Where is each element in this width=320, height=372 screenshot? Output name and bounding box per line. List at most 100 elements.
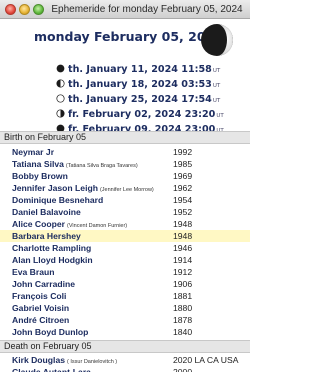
person-name-text: John Carradine bbox=[12, 279, 76, 289]
new-moon-icon bbox=[56, 64, 65, 73]
moon-phase-date: fr. February 02, 2024 bbox=[68, 109, 185, 120]
person-name: Charlotte Rampling bbox=[12, 242, 91, 254]
person-full-name: (Vincent Damon Furnier) bbox=[67, 223, 128, 229]
person-year: 1952 bbox=[173, 207, 193, 217]
list-item[interactable]: André Citroen 1878 bbox=[0, 314, 250, 326]
person-year: 1881 bbox=[173, 291, 193, 301]
deaths-section-header: Death on February 05 bbox=[0, 340, 250, 353]
person-name: Eva Braun bbox=[12, 266, 55, 278]
list-item[interactable]: Claude Autant-Lara 2000 bbox=[0, 366, 250, 372]
person-year: 1969 bbox=[173, 171, 193, 181]
moon-phase-row: fr. February 02, 2024 23:20UT bbox=[56, 108, 246, 121]
person-year: 1948 bbox=[173, 219, 193, 229]
first-quarter-icon bbox=[56, 79, 65, 88]
person-year: 1906 bbox=[173, 279, 193, 289]
person-name-text: Dominique Besnehard bbox=[12, 195, 104, 205]
person-year: 2000 bbox=[173, 367, 193, 372]
person-name: Bobby Brown bbox=[12, 170, 68, 182]
last-quarter-icon bbox=[56, 109, 65, 118]
person-name-text: Alice Cooper bbox=[12, 219, 66, 229]
list-item[interactable]: Eva Braun 1912 bbox=[0, 266, 250, 278]
moon-phase-row: th. January 11, 2024 11:58UT bbox=[56, 63, 246, 76]
list-item[interactable]: Neymar Jr 1992 bbox=[0, 146, 250, 158]
person-year: 2020 LA CA USA bbox=[173, 355, 239, 365]
moon-phase-unit: UT bbox=[216, 113, 224, 119]
person-year: 1840 bbox=[173, 327, 193, 337]
person-name: John Carradine bbox=[12, 278, 75, 290]
list-item[interactable]: Gabriel Voisin 1880 bbox=[0, 302, 250, 314]
person-name-text: Charlotte Rampling bbox=[12, 243, 92, 253]
ephemeride-header: monday February 05, 2024 th. January 11,… bbox=[0, 19, 250, 135]
ephemeride-window: Ephemeride for monday February 05, 2024 … bbox=[0, 0, 250, 372]
full-moon-icon bbox=[56, 94, 65, 103]
moon-phase-unit: UT bbox=[212, 68, 221, 74]
deaths-list: Kirk Douglas( Issur Danielovitch ) 2020 L… bbox=[0, 354, 250, 372]
person-year: 1914 bbox=[173, 255, 193, 265]
person-name-text: Bobby Brown bbox=[12, 171, 68, 181]
person-name-text: Tatiana Silva bbox=[12, 159, 64, 169]
list-item[interactable]: Dominique Besnehard 1954 bbox=[0, 194, 250, 206]
person-name-text: Eva Braun bbox=[12, 267, 55, 277]
moon-phase-unit: UT bbox=[212, 83, 221, 89]
list-item[interactable]: Daniel Balavoine 1952 bbox=[0, 206, 250, 218]
person-name: Daniel Balavoine bbox=[12, 206, 81, 218]
moon-phase-date: th. January 25, 2024 bbox=[68, 94, 182, 105]
list-item[interactable]: Charlotte Rampling 1946 bbox=[0, 242, 250, 254]
close-window-button[interactable] bbox=[5, 4, 16, 15]
person-name: Dominique Besnehard bbox=[12, 194, 103, 206]
person-name: Claude Autant-Lara bbox=[12, 366, 91, 372]
person-year: 1948 bbox=[173, 231, 193, 241]
person-year: 1880 bbox=[173, 303, 193, 313]
moon-phase-unit: UT bbox=[212, 98, 221, 104]
title-bar[interactable]: Ephemeride for monday February 05, 2024 bbox=[0, 0, 250, 19]
person-name-text: André Citroen bbox=[12, 315, 70, 325]
current-moon-phase-icon bbox=[201, 24, 233, 56]
person-name: François Coli bbox=[12, 290, 66, 302]
person-year: 1912 bbox=[173, 267, 193, 277]
list-item[interactable]: Jennifer Jason Leigh (Jennifer Lee Morrow… bbox=[0, 182, 250, 194]
births-section-header: Birth on February 05 bbox=[0, 131, 250, 144]
person-name-text: Neymar Jr bbox=[12, 147, 55, 157]
current-date: monday February 05, 2024 bbox=[34, 29, 223, 44]
person-full-name: (Jennifer Lee Morrow) bbox=[99, 187, 154, 193]
minimize-window-button[interactable] bbox=[19, 4, 30, 15]
person-year: 1992 bbox=[173, 147, 193, 157]
person-full-name: (Tatiana Silva Braga Tavares) bbox=[65, 163, 138, 169]
person-name: André Citroen bbox=[12, 314, 69, 326]
person-name-text: François Coli bbox=[12, 291, 67, 301]
moon-phase-row: th. January 18, 2024 03:53UT bbox=[56, 78, 246, 91]
list-item[interactable]: Bobby Brown 1969 bbox=[0, 170, 250, 182]
person-name-text: Daniel Balavoine bbox=[12, 207, 81, 217]
person-name-text: Gabriel Voisin bbox=[12, 303, 70, 313]
window-title: Ephemeride for monday February 05, 2024 bbox=[51, 4, 243, 15]
person-name: Alan Lloyd Hodgkin bbox=[12, 254, 93, 266]
person-name: Gabriel Voisin bbox=[12, 302, 69, 314]
person-full-name: ( Issur Danielovitch ) bbox=[67, 359, 118, 365]
person-year: 1985 bbox=[173, 159, 193, 169]
zoom-window-button[interactable] bbox=[33, 4, 44, 15]
list-item[interactable]: John Boyd Dunlop 1840 bbox=[0, 326, 250, 338]
person-name: Barbara Hershey bbox=[12, 230, 81, 242]
list-item[interactable]: Alan Lloyd Hodgkin 1914 bbox=[0, 254, 250, 266]
list-item[interactable]: Kirk Douglas( Issur Danielovitch ) 2020 L… bbox=[0, 354, 250, 366]
list-item[interactable]: François Coli 1881 bbox=[0, 290, 250, 302]
moon-phase-time: 03:53 bbox=[181, 79, 212, 90]
person-year: 1954 bbox=[173, 195, 193, 205]
person-name-text: Alan Lloyd Hodgkin bbox=[12, 255, 93, 265]
moon-phase-time: 23:20 bbox=[184, 109, 216, 120]
moon-phase-row: th. January 25, 2024 17:54UT bbox=[56, 93, 246, 106]
moon-phase-time: 17:54 bbox=[181, 94, 212, 105]
person-name: Neymar Jr bbox=[12, 146, 54, 158]
list-item[interactable]: John Carradine 1906 bbox=[0, 278, 250, 290]
person-name-text: Barbara Hershey bbox=[12, 231, 81, 241]
list-item[interactable]: Tatiana Silva (Tatiana Silva Braga Tavare… bbox=[0, 158, 250, 170]
moon-phase-date: th. January 18, 2024 bbox=[68, 79, 182, 90]
person-name-text: Claude Autant-Lara bbox=[12, 367, 91, 372]
person-name-text: John Boyd Dunlop bbox=[12, 327, 89, 337]
moon-phase-date: th. January 11, 2024 bbox=[68, 64, 182, 75]
person-name-text: Jennifer Jason Leigh bbox=[12, 183, 98, 193]
moon-phase-time: 11:58 bbox=[181, 64, 212, 75]
person-year: 1962 bbox=[173, 183, 193, 193]
list-item[interactable]: Barbara Hershey 1948 bbox=[0, 230, 250, 242]
list-item[interactable]: Alice Cooper (Vincent Damon Furnier) 1948 bbox=[0, 218, 250, 230]
